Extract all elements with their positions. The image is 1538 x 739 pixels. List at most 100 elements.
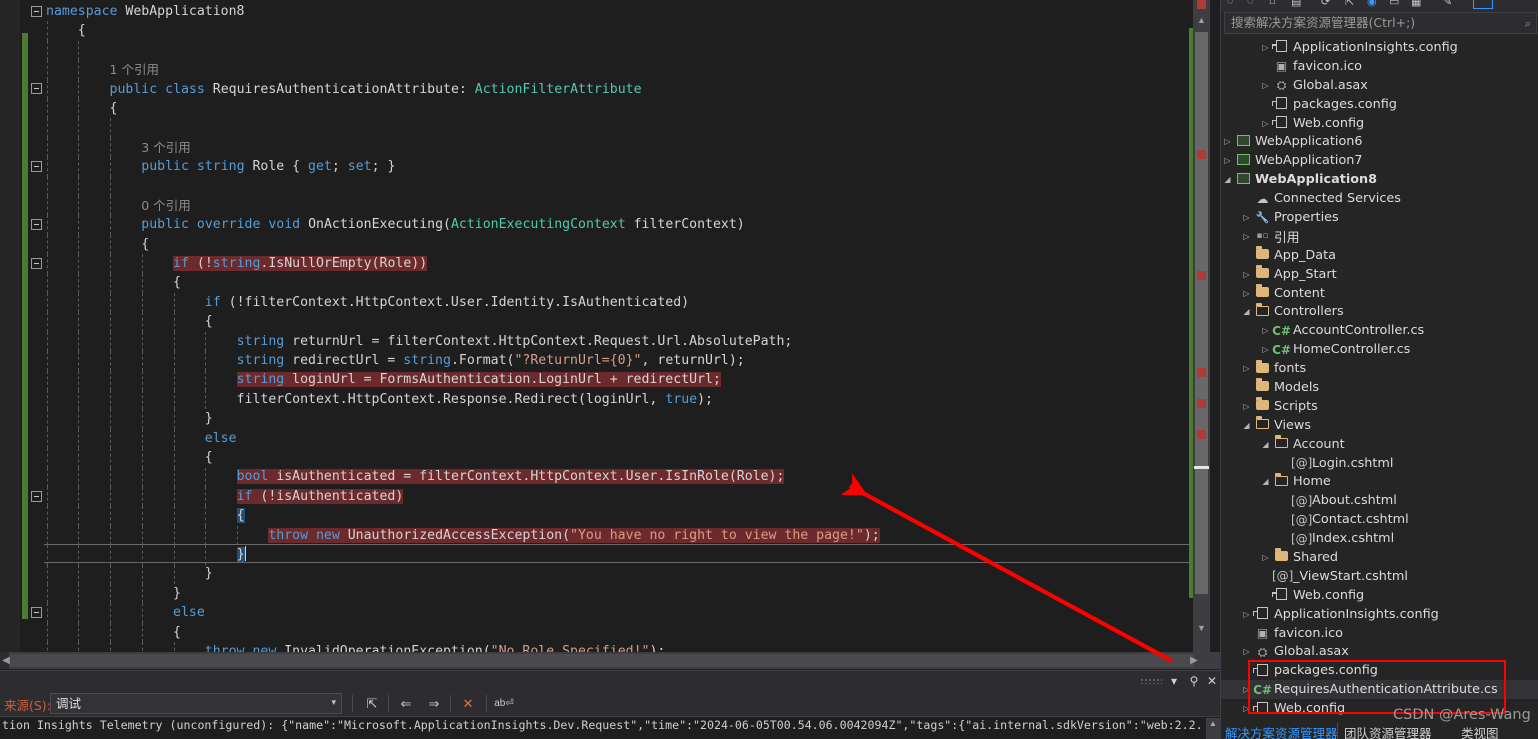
expander-closed-icon[interactable]: ▷ [1259, 81, 1272, 90]
code-line[interactable]: } [0, 564, 1200, 583]
tree-item[interactable]: ▣ favicon.ico [1221, 624, 1538, 643]
expander-closed-icon[interactable]: ▷ [1240, 232, 1253, 241]
collapse-all-icon[interactable]: ⇱ [1345, 0, 1354, 8]
code-line[interactable]: throw new InvalidOperationException("No … [0, 642, 1200, 652]
editor-vertical-scrollbar[interactable]: ▲ ▼ [1189, 0, 1210, 652]
tree-item[interactable]: ▷ C# RequiresAuthenticationAttribute.cs [1221, 680, 1538, 700]
tree-item[interactable]: ▷ ▪▫ 引用 [1221, 227, 1538, 246]
expander-closed-icon[interactable]: ▷ [1259, 119, 1272, 128]
expander-open-icon[interactable]: ◢ [1259, 477, 1272, 486]
expander-closed-icon[interactable]: ▷ [1259, 43, 1272, 52]
tree-item[interactable]: packages.config [1221, 95, 1538, 114]
tree-item[interactable]: [@] Login.cshtml [1221, 454, 1538, 473]
tree-item[interactable]: ▷ fonts [1221, 359, 1538, 378]
back-icon[interactable]: ◌ [1227, 0, 1234, 7]
expander-closed-icon[interactable]: ▷ [1240, 364, 1253, 373]
code-line[interactable]: public string Role { get; set; } [0, 157, 1200, 176]
output-vertical-scrollbar[interactable]: ▲ [1206, 718, 1220, 739]
search-input[interactable]: 搜索解决方案资源管理器(Ctrl+;) ⌕ [1224, 12, 1537, 34]
code-line[interactable]: string loginUrl = FormsAuthentication.Lo… [0, 370, 1200, 389]
expander-closed-icon[interactable]: ▷ [1240, 647, 1253, 656]
expander-closed-icon[interactable]: ▷ [1221, 156, 1234, 165]
tree-item[interactable]: ▷ Web.config [1221, 114, 1538, 133]
code-line[interactable]: { [0, 312, 1200, 331]
view-designer-icon[interactable]: ▭ [1389, 0, 1399, 8]
tree-item[interactable]: ▷ 🔧 Properties [1221, 208, 1538, 227]
home-icon[interactable]: ⌂ [1269, 0, 1276, 7]
code-line[interactable]: { [0, 21, 1200, 40]
tab-solution-explorer[interactable]: 解决方案资源管理器 [1225, 723, 1338, 739]
tree-item[interactable]: ◢ WebApplication8 [1221, 170, 1538, 189]
code-line[interactable]: public override void OnActionExecuting(A… [0, 215, 1200, 234]
expander-closed-icon[interactable]: ▷ [1240, 610, 1253, 619]
previous-message-button[interactable]: ⇐ [394, 693, 418, 714]
next-message-button[interactable]: ⇒ [422, 693, 446, 714]
tree-item[interactable]: ▣ favicon.ico [1221, 57, 1538, 76]
tree-item[interactable]: ▷ ApplicationInsights.config [1221, 605, 1538, 624]
code-line[interactable] [0, 118, 1200, 137]
close-icon[interactable]: ✕ [1204, 671, 1220, 691]
tree-item[interactable]: ▷ Shared [1221, 548, 1538, 567]
expander-closed-icon[interactable]: ▷ [1240, 213, 1253, 222]
code-line[interactable]: else [0, 603, 1200, 622]
go-to-message-button[interactable]: ⇱ [360, 693, 384, 714]
tab-class-view[interactable]: 类视图 [1461, 723, 1499, 739]
code-line[interactable]: } [0, 584, 1200, 603]
output-source-combobox[interactable]: 调试 ▾ [50, 693, 342, 714]
chevron-down-icon[interactable]: ▾ [331, 694, 336, 713]
clear-all-button[interactable]: ✕ [456, 693, 480, 714]
preview-selected-items-icon[interactable] [1473, 0, 1493, 9]
code-line[interactable]: if (!isAuthenticated) [0, 487, 1200, 506]
expander-closed-icon[interactable]: ▷ [1240, 270, 1253, 279]
tree-item[interactable]: [@] Contact.cshtml [1221, 510, 1538, 529]
expander-open-icon[interactable]: ◢ [1259, 440, 1272, 449]
code-line[interactable]: if (!filterContext.HttpContext.User.Iden… [0, 293, 1200, 312]
code-line[interactable]: if (!string.IsNullOrEmpty(Role)) [0, 254, 1200, 273]
tree-item[interactable]: ▷ ⛭ Global.asax [1221, 76, 1538, 95]
expander-closed-icon[interactable]: ▷ [1240, 685, 1253, 694]
code-text[interactable]: namespace WebApplication8 { 1 个引用 public… [0, 0, 1200, 652]
code-line[interactable]: { [0, 623, 1200, 642]
tree-item[interactable]: ▷ Scripts [1221, 397, 1538, 416]
code-line[interactable]: } [0, 545, 1200, 564]
tree-item[interactable]: ☁ Connected Services [1221, 189, 1538, 208]
expander-closed-icon[interactable]: ▷ [1221, 137, 1234, 146]
code-line[interactable]: 1 个引用 [0, 60, 1200, 79]
scroll-down-arrow[interactable]: ▼ [1193, 620, 1210, 637]
tree-item[interactable]: ▷ App_Start [1221, 265, 1538, 284]
hscroll-right-arrow[interactable]: ▶ [1188, 652, 1200, 669]
tree-item[interactable]: ◢ Home [1221, 472, 1538, 491]
code-line[interactable]: { [0, 235, 1200, 254]
tree-item[interactable]: ▷ ApplicationInsights.config [1221, 38, 1538, 57]
tree-item[interactable]: ▷ ⛭ Global.asax [1221, 643, 1538, 662]
pin-icon[interactable]: ⚲ [1186, 671, 1202, 691]
tree-item[interactable]: ◢ Controllers [1221, 302, 1538, 321]
tree-item[interactable]: ▷ Content [1221, 284, 1538, 303]
output-scroll-up-arrow[interactable]: ▲ [1206, 718, 1220, 730]
code-line[interactable]: 3 个引用 [0, 138, 1200, 157]
tree-item[interactable]: App_Data [1221, 246, 1538, 265]
chevron-down-icon[interactable]: ▾ [1166, 671, 1182, 691]
tree-item[interactable]: ▷ WebApplication7 [1221, 151, 1538, 170]
code-line[interactable]: namespace WebApplication8 [0, 2, 1200, 21]
code-line[interactable]: { [0, 273, 1200, 292]
code-line[interactable]: string returnUrl = filterContext.HttpCon… [0, 332, 1200, 351]
tree-item[interactable]: ▷ C# HomeController.cs [1221, 340, 1538, 359]
hscroll-thumb[interactable] [10, 654, 1194, 667]
code-line[interactable]: { [0, 99, 1200, 118]
toggle-word-wrap-button[interactable]: ab⏎ [492, 693, 516, 714]
editor-horizontal-scrollbar[interactable]: ◀ ▶ [0, 652, 1220, 669]
code-line[interactable]: } [0, 409, 1200, 428]
expander-closed-icon[interactable]: ▷ [1259, 553, 1272, 562]
view-code-icon[interactable]: ▦ [1411, 0, 1421, 8]
tree-item[interactable]: [@] About.cshtml [1221, 491, 1538, 510]
scrollbar-thumb[interactable] [1195, 32, 1208, 594]
expander-open-icon[interactable]: ◢ [1240, 421, 1253, 430]
pending-changes-icon[interactable]: ▤ [1291, 0, 1301, 8]
code-line[interactable]: throw new UnauthorizedAccessException("Y… [0, 526, 1200, 545]
code-surface[interactable]: namespace WebApplication8 { 1 个引用 public… [0, 0, 1220, 652]
expander-closed-icon[interactable]: ▷ [1259, 345, 1272, 354]
search-icon[interactable]: ⌕ [1525, 14, 1531, 34]
output-drag-handle[interactable] [1140, 678, 1162, 684]
tree-item[interactable]: Web.config [1221, 586, 1538, 605]
